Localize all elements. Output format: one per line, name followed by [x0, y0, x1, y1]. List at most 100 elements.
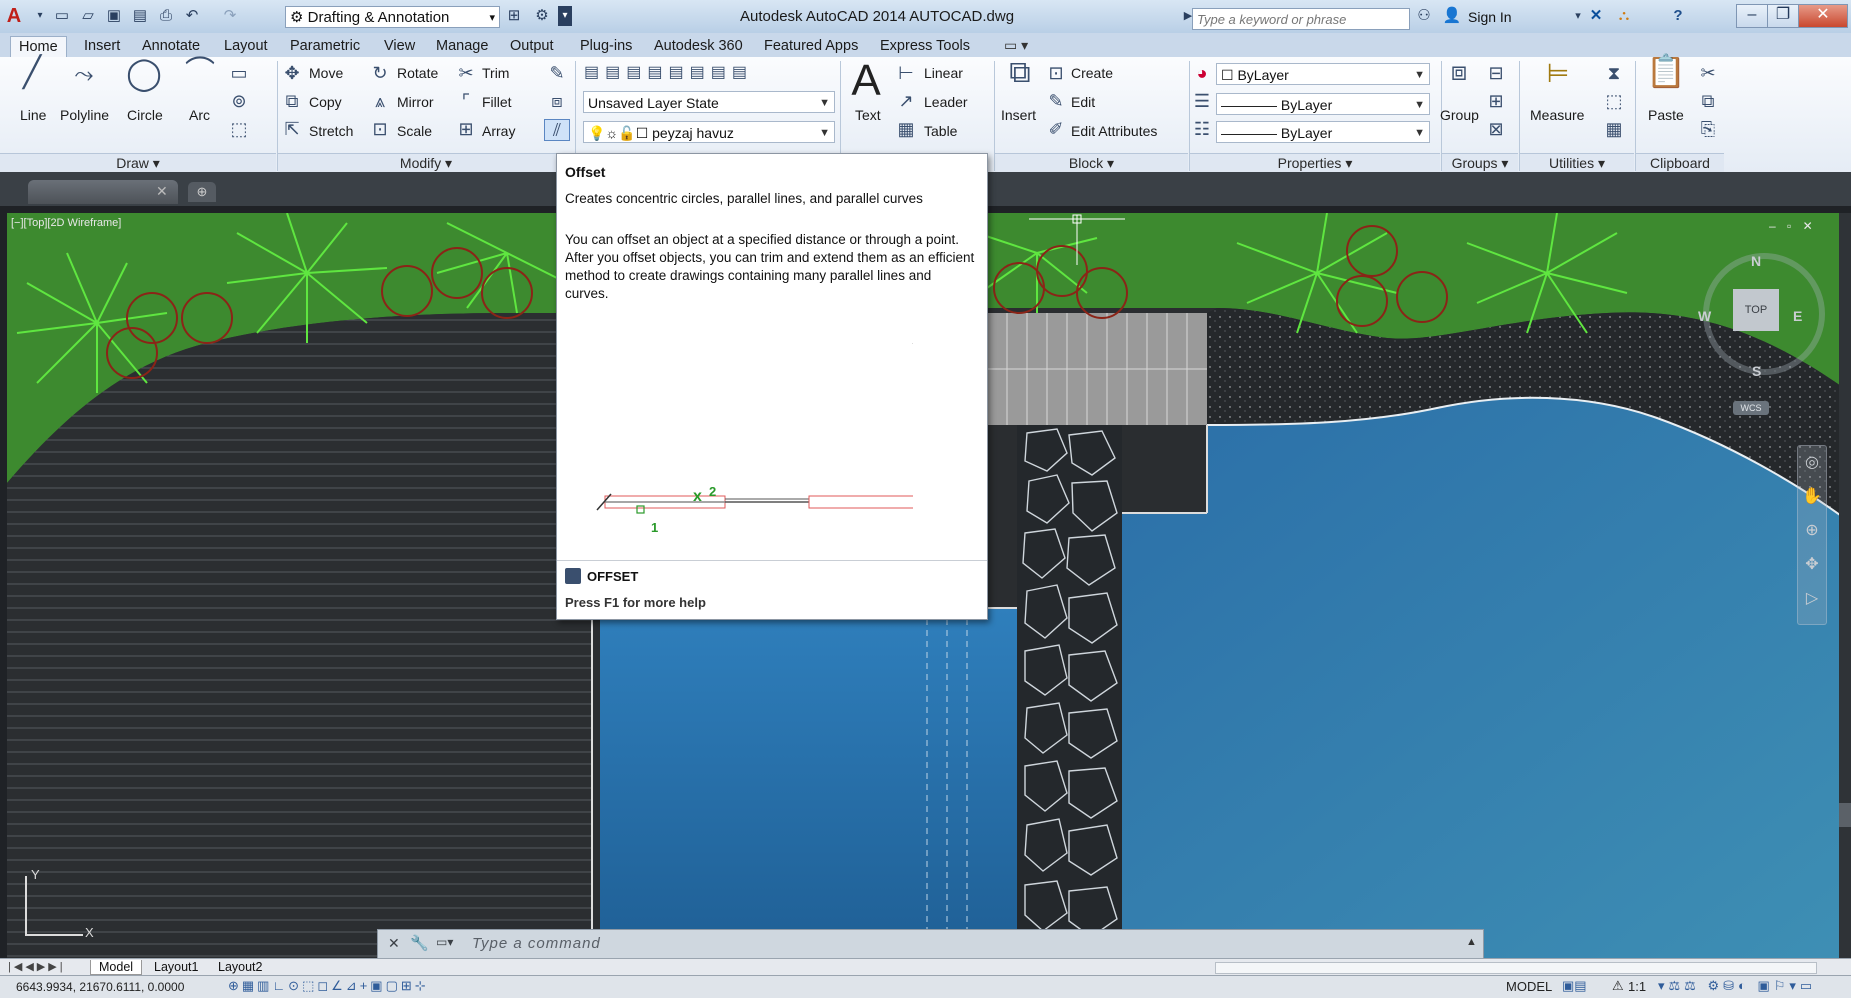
- table-button[interactable]: Table: [924, 123, 957, 139]
- layer-dropdown[interactable]: 💡☼🔓☐ peyzaj havuz ▼: [583, 121, 835, 143]
- tab-featured-apps[interactable]: Featured Apps: [756, 36, 866, 57]
- showmotion-icon[interactable]: ▷: [1798, 582, 1826, 616]
- panel-title-properties[interactable]: Properties ▾: [1190, 153, 1440, 173]
- compass-south[interactable]: S: [1752, 363, 1761, 379]
- user-icon[interactable]: 👤: [1442, 6, 1462, 26]
- tab-plug-ins[interactable]: Plug-ins: [572, 36, 640, 57]
- close-button[interactable]: ✕: [1798, 4, 1848, 28]
- rectangle-icon[interactable]: ▭: [228, 63, 250, 83]
- viewport-controls-label[interactable]: [−][Top][2D Wireframe]: [11, 217, 121, 229]
- new-tab-icon[interactable]: ⊕: [188, 182, 216, 202]
- arc-button[interactable]: Arc: [189, 107, 210, 123]
- rotate-icon[interactable]: ↻: [370, 63, 390, 83]
- text-button[interactable]: Text: [855, 107, 881, 123]
- group-edit-icon[interactable]: ⊞: [1486, 91, 1506, 111]
- stretch-button[interactable]: Stretch: [309, 123, 353, 139]
- create-block-icon[interactable]: ⊡: [1046, 63, 1066, 83]
- tab-view[interactable]: View: [376, 36, 423, 57]
- tab-layout[interactable]: Layout: [216, 36, 276, 57]
- coordinate-readout[interactable]: 6643.9934, 21670.6111, 0.0000: [16, 980, 184, 994]
- vertical-scrollbar[interactable]: [1839, 213, 1851, 958]
- search-input[interactable]: Type a keyword or phrase: [1192, 8, 1410, 30]
- command-prompt-icon[interactable]: ▭▾: [436, 935, 453, 949]
- workspace-save-icon[interactable]: ⊞: [504, 6, 524, 26]
- drafting-toggle-icons[interactable]: ⊕▦▥∟⊙⬚◻∠⊿+▣▢⊞⊹: [228, 978, 429, 994]
- edit-attributes-button[interactable]: Edit Attributes: [1071, 123, 1157, 139]
- measure-icon[interactable]: ⊨: [1538, 60, 1578, 97]
- trim-button[interactable]: Trim: [482, 65, 509, 81]
- minimize-button[interactable]: –: [1736, 4, 1768, 28]
- navigation-bar[interactable]: ◎ ✋ ⊕ ✥ ▷: [1797, 445, 1827, 625]
- leader-button[interactable]: Leader: [924, 94, 968, 110]
- exchange-icon[interactable]: ✕: [1586, 6, 1606, 26]
- erase-icon[interactable]: ✎: [546, 63, 568, 83]
- edit-block-icon[interactable]: ✎: [1046, 91, 1066, 111]
- tab-insert[interactable]: Insert: [76, 36, 128, 57]
- redo-icon[interactable]: ↷: [220, 6, 240, 26]
- cut-icon[interactable]: ✂: [1698, 63, 1718, 83]
- horizontal-scrollbar[interactable]: [1215, 962, 1817, 974]
- tab-output[interactable]: Output: [502, 36, 562, 57]
- calculator-icon[interactable]: ▦: [1604, 119, 1624, 139]
- workspace-dropdown[interactable]: ⚙ Drafting & Annotation ▾: [285, 6, 500, 28]
- quick-view-icons[interactable]: ▣▤: [1562, 978, 1587, 994]
- workspace-settings-icon[interactable]: ⚙: [532, 6, 552, 26]
- offset-icon[interactable]: ⫽: [544, 119, 570, 141]
- edit-attributes-icon[interactable]: ✐: [1046, 119, 1066, 139]
- linear-button[interactable]: Linear: [924, 65, 963, 81]
- sign-in-link[interactable]: Sign In: [1468, 9, 1512, 25]
- panel-title-groups[interactable]: Groups ▾: [1442, 153, 1518, 173]
- panel-title-utilities[interactable]: Utilities ▾: [1520, 153, 1634, 173]
- save-as-icon[interactable]: ▤: [130, 6, 150, 26]
- trim-icon[interactable]: ✂: [456, 63, 476, 83]
- fillet-button[interactable]: Fillet: [482, 94, 512, 110]
- command-history-icon[interactable]: ▲: [1466, 936, 1477, 948]
- move-button[interactable]: Move: [309, 65, 343, 81]
- app-menu-arrow-icon[interactable]: ▾: [30, 6, 50, 26]
- move-icon[interactable]: ✥: [282, 63, 302, 83]
- binoculars-icon[interactable]: ⚇: [1414, 6, 1434, 26]
- tab-autodesk-360[interactable]: Autodesk 360: [646, 36, 751, 57]
- scale-icon[interactable]: ⊡: [370, 119, 390, 139]
- mirror-button[interactable]: Mirror: [397, 94, 434, 110]
- tab-layout1[interactable]: Layout1: [148, 960, 204, 974]
- tab-model[interactable]: Model: [90, 960, 143, 975]
- line-button[interactable]: Line: [20, 107, 46, 123]
- mirror-icon[interactable]: ⩓: [370, 91, 390, 111]
- insert-block-icon[interactable]: ⧉: [1000, 58, 1040, 103]
- copy-button[interactable]: Copy: [309, 94, 342, 110]
- color-icon[interactable]: ◕: [1192, 63, 1212, 83]
- close-icon[interactable]: ✕: [156, 183, 168, 200]
- insert-button[interactable]: Insert: [1001, 107, 1036, 123]
- circle-button[interactable]: Circle: [127, 107, 163, 123]
- steering-wheel-icon[interactable]: ◎: [1798, 446, 1826, 480]
- pan-icon[interactable]: ✋: [1798, 480, 1826, 514]
- group-select-icon[interactable]: ⊠: [1486, 119, 1506, 139]
- edit-button[interactable]: Edit: [1071, 94, 1095, 110]
- create-button[interactable]: Create: [1071, 65, 1113, 81]
- array-button[interactable]: Array: [482, 123, 515, 139]
- command-input[interactable]: Type a command: [472, 935, 601, 952]
- annotation-scale[interactable]: 1:1: [1628, 979, 1646, 994]
- polyline-button[interactable]: Polyline: [60, 107, 109, 123]
- paste-icon[interactable]: 📋: [1646, 55, 1686, 101]
- autodesk-360-icon[interactable]: ⛬: [1614, 6, 1634, 26]
- scroll-thumb[interactable]: [1839, 803, 1851, 827]
- close-icon[interactable]: ✕: [388, 935, 400, 952]
- line-icon[interactable]: ╱: [14, 58, 50, 99]
- compass-west[interactable]: W: [1698, 308, 1711, 324]
- new-icon[interactable]: ▭: [52, 6, 72, 26]
- wrench-icon[interactable]: 🔧: [410, 934, 429, 952]
- hatch-icon[interactable]: ⊚: [228, 91, 250, 111]
- color-dropdown[interactable]: ☐ ByLayer ▼: [1216, 63, 1430, 85]
- command-line[interactable]: ✕ 🔧 ▭▾ Type a command ▲: [377, 929, 1484, 959]
- stretch-icon[interactable]: ⇱: [282, 119, 302, 139]
- quick-access-customize-icon[interactable]: ▾: [558, 6, 572, 26]
- viewcube-top[interactable]: TOP: [1733, 289, 1779, 331]
- lineweight-dropdown[interactable]: ———— ByLayer ▼: [1216, 93, 1430, 115]
- circle-icon[interactable]: ◯: [126, 57, 162, 99]
- compass-north[interactable]: N: [1751, 253, 1761, 269]
- boundary-icon[interactable]: ⬚: [228, 119, 250, 139]
- fillet-icon[interactable]: ⌜: [456, 91, 476, 111]
- linear-dimension-icon[interactable]: ⊢: [896, 63, 916, 83]
